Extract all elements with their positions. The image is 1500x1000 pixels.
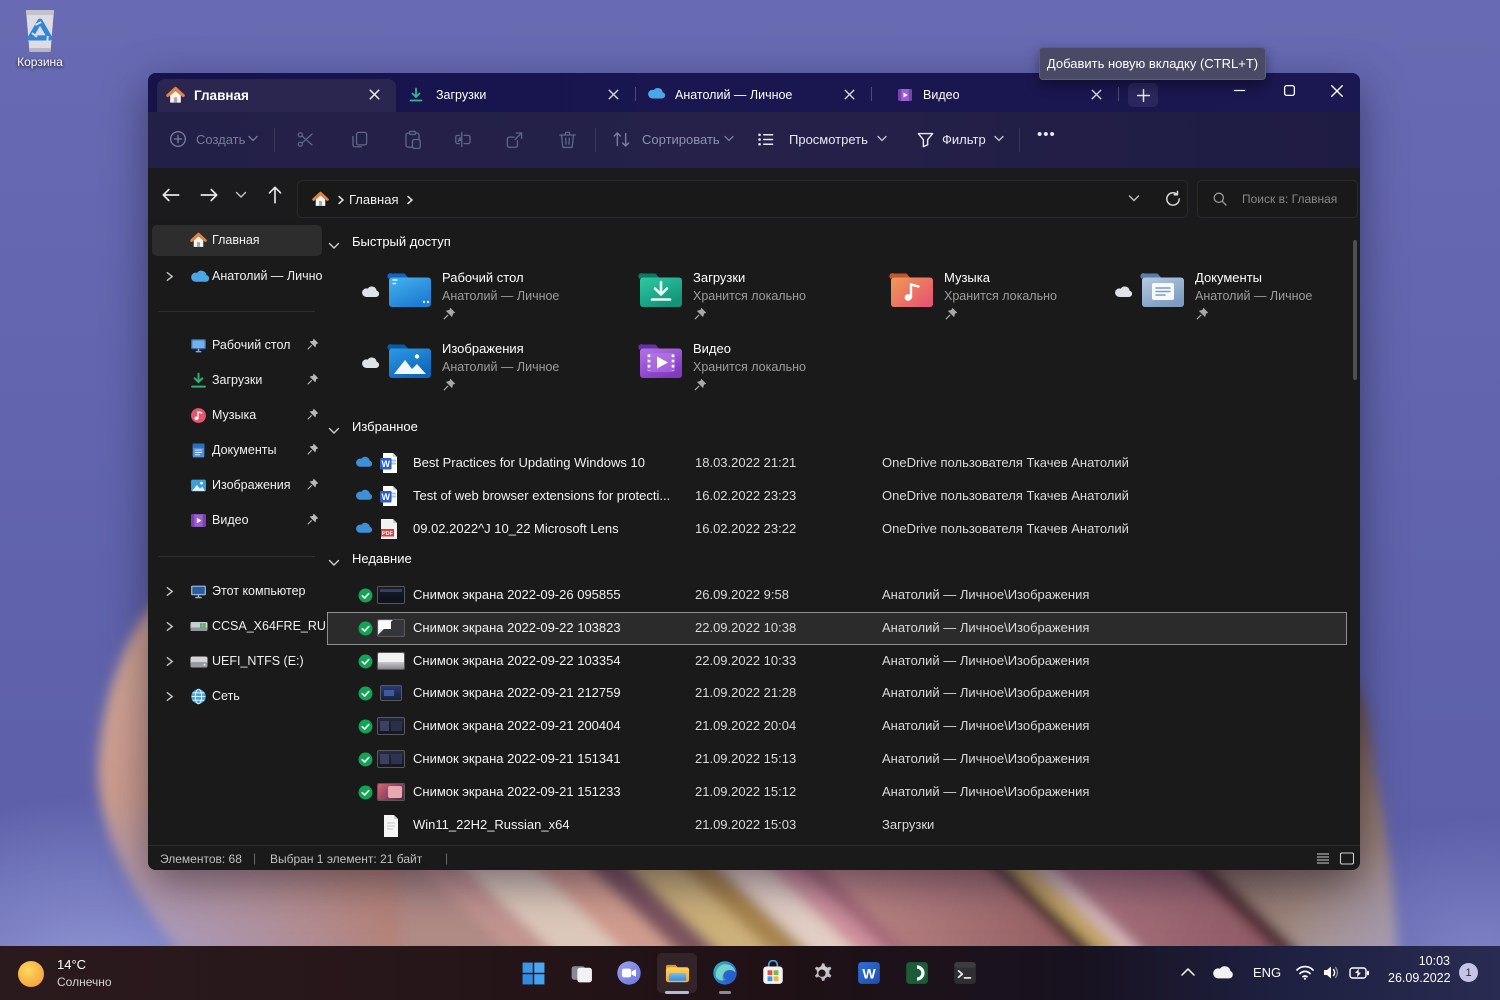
- svg-text:PDF: PDF: [382, 531, 394, 537]
- svg-text:W: W: [862, 965, 876, 981]
- svg-text:W: W: [381, 492, 390, 502]
- svg-text:W: W: [381, 459, 390, 469]
